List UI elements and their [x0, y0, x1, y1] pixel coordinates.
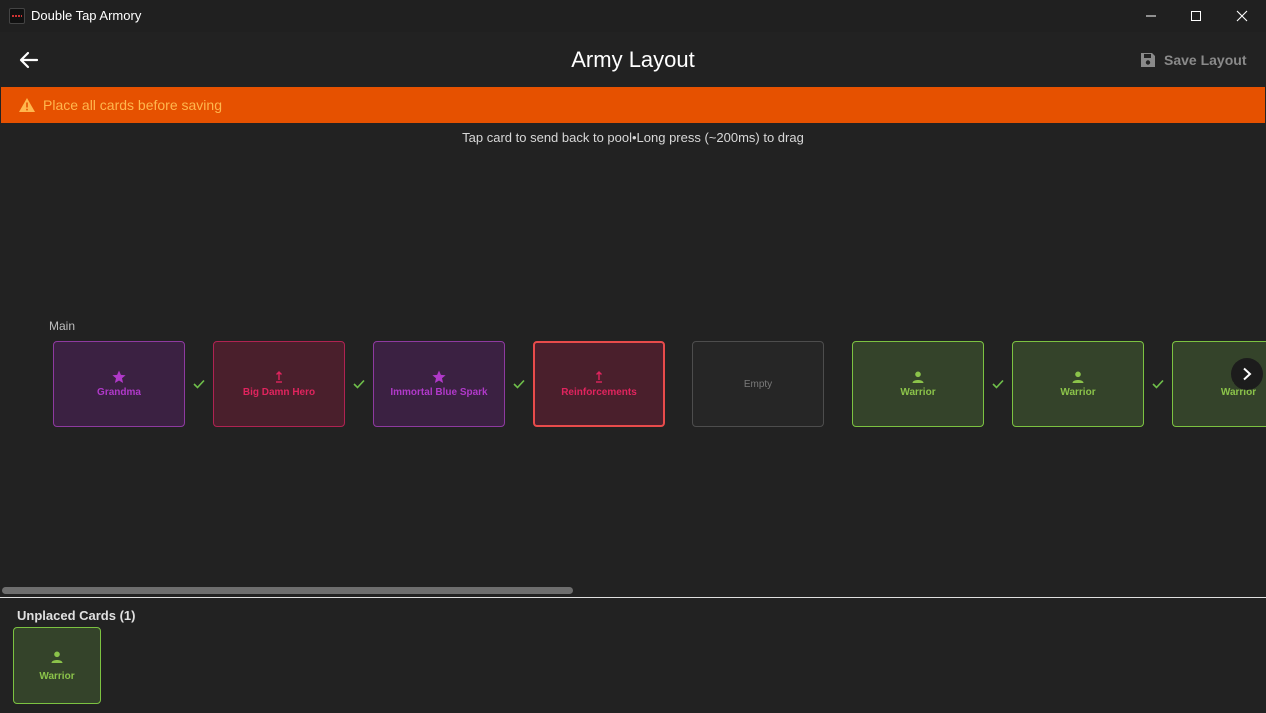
card-label: Warrior [900, 387, 936, 398]
person-icon [51, 650, 63, 668]
check-icon [1151, 377, 1165, 391]
scroll-right-button[interactable] [1231, 358, 1263, 390]
card-label: Grandma [97, 387, 141, 398]
lane-card-grandma[interactable]: Grandma [53, 341, 185, 427]
check-icon [991, 377, 1005, 391]
minimize-icon [1146, 15, 1156, 17]
app-icon [9, 8, 25, 24]
instruction-hint: Tap card to send back to pool•Long press… [462, 130, 804, 145]
check-icon [352, 377, 366, 391]
card-label: Empty [743, 378, 773, 390]
card-label: Reinforcements [561, 387, 637, 398]
lane-card-reinforcements[interactable]: Reinforcements [533, 341, 665, 427]
save-icon [1141, 53, 1155, 67]
save-layout-label: Save Layout [1164, 52, 1247, 68]
star-icon [112, 370, 126, 384]
minimize-button[interactable] [1128, 0, 1174, 32]
window-title-bar: Double Tap Armory [0, 0, 1266, 32]
close-button[interactable] [1219, 0, 1265, 32]
upgrade-arrow-icon [595, 370, 603, 384]
upgrade-arrow-icon [275, 370, 283, 384]
maximize-button[interactable] [1173, 0, 1219, 32]
warning-icon [18, 96, 36, 114]
save-layout-button[interactable]: Save Layout [1140, 46, 1246, 74]
horizontal-scrollbar[interactable] [2, 587, 573, 594]
lane-card-big-damn-hero[interactable]: Big Damn Hero [213, 341, 345, 427]
maximize-icon [1191, 11, 1201, 21]
pool-divider [0, 597, 1266, 598]
pool-title: Unplaced Cards (1) [17, 608, 136, 623]
lane-label: Main [49, 319, 76, 333]
lane-slot-empty[interactable]: Empty [692, 341, 824, 427]
warning-text: Place all cards before saving [43, 97, 222, 113]
app-bar: Army Layout Save Layout [0, 32, 1266, 87]
lane-card-warrior[interactable]: Warrior [852, 341, 984, 427]
lane-card-immortal-blue-spark[interactable]: Immortal Blue Spark [373, 341, 505, 427]
person-icon [1072, 370, 1084, 384]
warning-banner: Place all cards before saving [1, 87, 1265, 123]
close-icon [1236, 10, 1248, 22]
person-icon [912, 370, 924, 384]
check-icon [512, 377, 526, 391]
card-label: Immortal Blue Spark [390, 387, 488, 398]
chevron-right-icon [1243, 367, 1252, 381]
card-label: Big Damn Hero [242, 387, 316, 398]
card-label: Warrior [1060, 387, 1096, 398]
lane-card-warrior[interactable]: Warrior [1012, 341, 1144, 427]
star-icon [432, 370, 446, 384]
window-title: Double Tap Armory [31, 8, 142, 23]
page-title: Army Layout [571, 47, 695, 72]
card-label: Warrior [39, 670, 75, 682]
check-icon [192, 377, 206, 391]
pool-card-warrior[interactable]: Warrior [13, 627, 101, 704]
